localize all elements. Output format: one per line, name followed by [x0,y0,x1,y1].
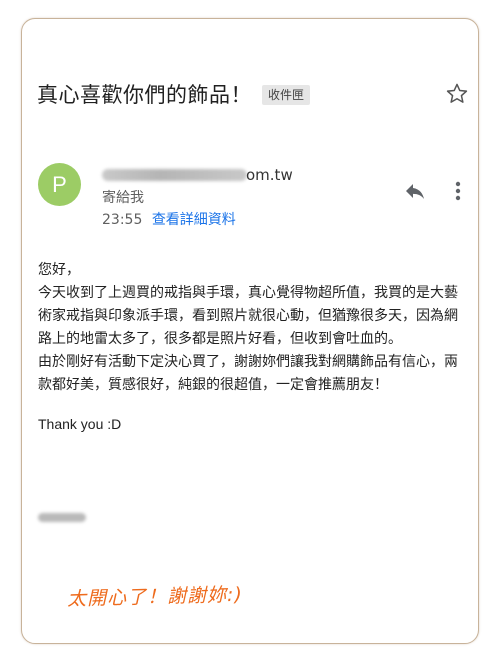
redacted-sender-name [102,169,247,181]
email-subject: 真心喜歡你們的飾品！ [37,83,252,107]
body-closing: Thank you :D [38,416,122,432]
handwritten-note: 太開心了！謝謝妳:) [66,583,244,611]
redacted-signature [38,513,86,522]
email-body: 您好， 今天收到了上週買的戒指與手環，真心覺得物超所值，我買的是大藝術家戒指與印… [38,259,464,436]
sender-address: om.tw [102,164,293,186]
email-card: 真心喜歡你們的飾品！ 收件匣 P om.tw 寄給我 23:55 查看詳細資料 … [21,18,479,644]
avatar-letter: P [52,171,67,197]
subject-row: 真心喜歡你們的飾品！ 收件匣 [37,81,311,109]
more-vert-icon[interactable] [452,179,464,203]
body-greeting: 您好， [38,262,80,278]
email-time: 23:55 [102,212,143,228]
star-outline-icon[interactable] [444,81,470,107]
sender-domain: om.tw [246,166,293,184]
reply-icon[interactable] [402,179,428,203]
inbox-label-chip[interactable]: 收件匣 [262,85,311,105]
view-details-link[interactable]: 查看詳細資料 [152,212,236,228]
body-paragraph-2: 由於剛好有活動下定決心買了，謝謝妳們讓我對網購飾品有信心，兩款都好美，質感很好，… [38,354,458,393]
recipient-text: 寄給我 [102,190,144,206]
email-meta: 23:55 查看詳細資料 [102,209,236,229]
body-paragraph-1: 今天收到了上週買的戒指與手環，真心覺得物超所值，我買的是大藝術家戒指與印象派手環… [38,285,458,347]
sender-avatar[interactable]: P [38,163,81,206]
